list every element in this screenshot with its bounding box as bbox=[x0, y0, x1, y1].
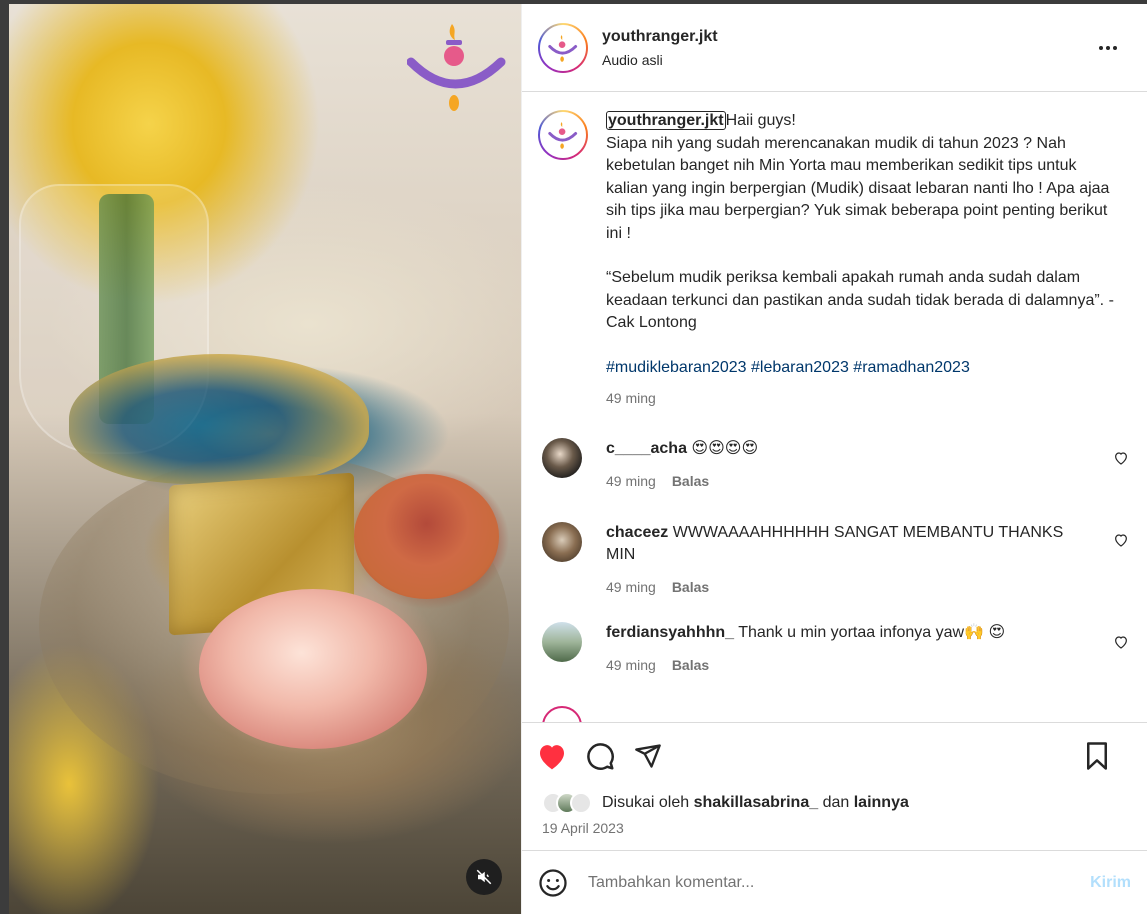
peach-image bbox=[199, 589, 427, 749]
reply-button[interactable]: Balas bbox=[672, 576, 709, 598]
mute-button[interactable] bbox=[466, 859, 502, 895]
post-dialog: youthranger.jkt Audio asli youthranger.j… bbox=[9, 4, 1147, 914]
comment-item: chaceez WWWAAAAHHHHHH SANGAT MEMBANTU TH… bbox=[522, 516, 1147, 622]
comment-time[interactable]: 49 ming bbox=[606, 654, 656, 676]
post-side-panel: youthranger.jkt Audio asli youthranger.j… bbox=[521, 4, 1147, 914]
caption-paragraph-1: Siapa nih yang sudah merencanakan mudik … bbox=[606, 134, 1110, 242]
comment-item-partial bbox=[522, 705, 1147, 722]
lamp-image bbox=[69, 354, 369, 484]
author-avatar[interactable] bbox=[538, 22, 588, 73]
comment-time[interactable]: 49 ming bbox=[606, 576, 656, 598]
comment-item: c____acha 😍😍😍😍 49 ming Balas bbox=[522, 437, 1147, 516]
commenter-avatar[interactable] bbox=[542, 437, 582, 478]
reply-button[interactable]: Balas bbox=[672, 470, 709, 492]
commenter-avatar[interactable] bbox=[542, 521, 582, 562]
likes-summary: Disukai oleh shakillasabrina_ dan lainny… bbox=[522, 788, 1147, 818]
comment-like-heart-icon[interactable] bbox=[1113, 450, 1129, 466]
author-username[interactable]: youthranger.jkt bbox=[602, 28, 718, 46]
paper-plane-icon bbox=[635, 743, 661, 768]
comment-bubble-icon bbox=[587, 742, 614, 770]
comment-like-heart-icon[interactable] bbox=[1113, 532, 1129, 548]
comment-username[interactable]: ferdiansyahhhn_ bbox=[606, 624, 734, 641]
save-button[interactable] bbox=[1081, 740, 1113, 772]
add-comment-bar: Kirim bbox=[522, 850, 1147, 914]
emoji-icon[interactable] bbox=[538, 868, 568, 898]
comment-input[interactable] bbox=[588, 873, 1091, 892]
liker-avatars[interactable] bbox=[542, 792, 592, 814]
liker-username[interactable]: shakillasabrina_ bbox=[694, 794, 819, 812]
post-date[interactable]: 19 April 2023 bbox=[522, 818, 1147, 850]
comment-like-heart-icon[interactable] bbox=[1113, 634, 1129, 650]
post-header: youthranger.jkt Audio asli bbox=[522, 4, 1147, 92]
caption-username[interactable]: youthranger.jkt bbox=[606, 111, 726, 130]
comment-time[interactable]: 49 ming bbox=[606, 470, 656, 492]
post-video[interactable] bbox=[9, 4, 521, 914]
share-button[interactable] bbox=[632, 740, 664, 772]
caption-greeting: Haii guys! bbox=[725, 112, 796, 129]
comment-username[interactable]: c____acha bbox=[606, 440, 687, 457]
post-comment-button[interactable]: Kirim bbox=[1090, 874, 1131, 892]
orange-image bbox=[354, 474, 499, 599]
comment-username[interactable]: chaceez bbox=[606, 524, 668, 541]
reply-button[interactable]: Balas bbox=[672, 654, 709, 676]
likes-others-link[interactable]: lainnya bbox=[854, 794, 909, 812]
speaker-muted-icon bbox=[476, 869, 492, 885]
likes-prefix: Disukai oleh bbox=[602, 794, 690, 811]
brand-logo-icon bbox=[407, 24, 506, 111]
commenter-avatar[interactable] bbox=[542, 705, 582, 722]
comment-text: 😍😍😍😍 bbox=[691, 439, 759, 457]
bookmark-icon bbox=[1087, 742, 1107, 770]
comment-text: WWWAAAAHHHHHH SANGAT MEMBANTU THANKS MIN bbox=[606, 523, 1064, 563]
post-actions-bar bbox=[522, 722, 1147, 788]
caption-time[interactable]: 49 ming bbox=[606, 387, 1114, 410]
brand-logo-icon bbox=[548, 34, 578, 62]
comment-text: Thank u min yortaa infonya yaw🙌 😍 bbox=[738, 623, 1006, 641]
like-button[interactable] bbox=[536, 740, 568, 772]
comments-list[interactable]: youthranger.jkt Haii guys! Siapa nih yang… bbox=[522, 92, 1147, 722]
audio-link[interactable]: Audio asli bbox=[602, 52, 718, 68]
commenter-avatar[interactable] bbox=[542, 621, 582, 662]
comment-button[interactable] bbox=[584, 740, 616, 772]
caption-paragraph-2: “Sebelum mudik periksa kembali apakah ru… bbox=[606, 269, 1114, 331]
post-caption: youthranger.jkt Haii guys! Siapa nih yang… bbox=[522, 92, 1147, 410]
caption-author-avatar[interactable] bbox=[538, 110, 588, 160]
brand-logo-icon bbox=[548, 122, 578, 149]
more-options-button[interactable] bbox=[1099, 40, 1123, 56]
likes-middle: dan bbox=[822, 794, 850, 811]
comment-item: ferdiansyahhhn_ Thank u min yortaa infon… bbox=[522, 621, 1147, 706]
caption-hashtags[interactable]: #mudiklebaran2023 #lebaran2023 #ramadhan… bbox=[606, 357, 1114, 380]
heart-filled-icon bbox=[540, 744, 564, 769]
